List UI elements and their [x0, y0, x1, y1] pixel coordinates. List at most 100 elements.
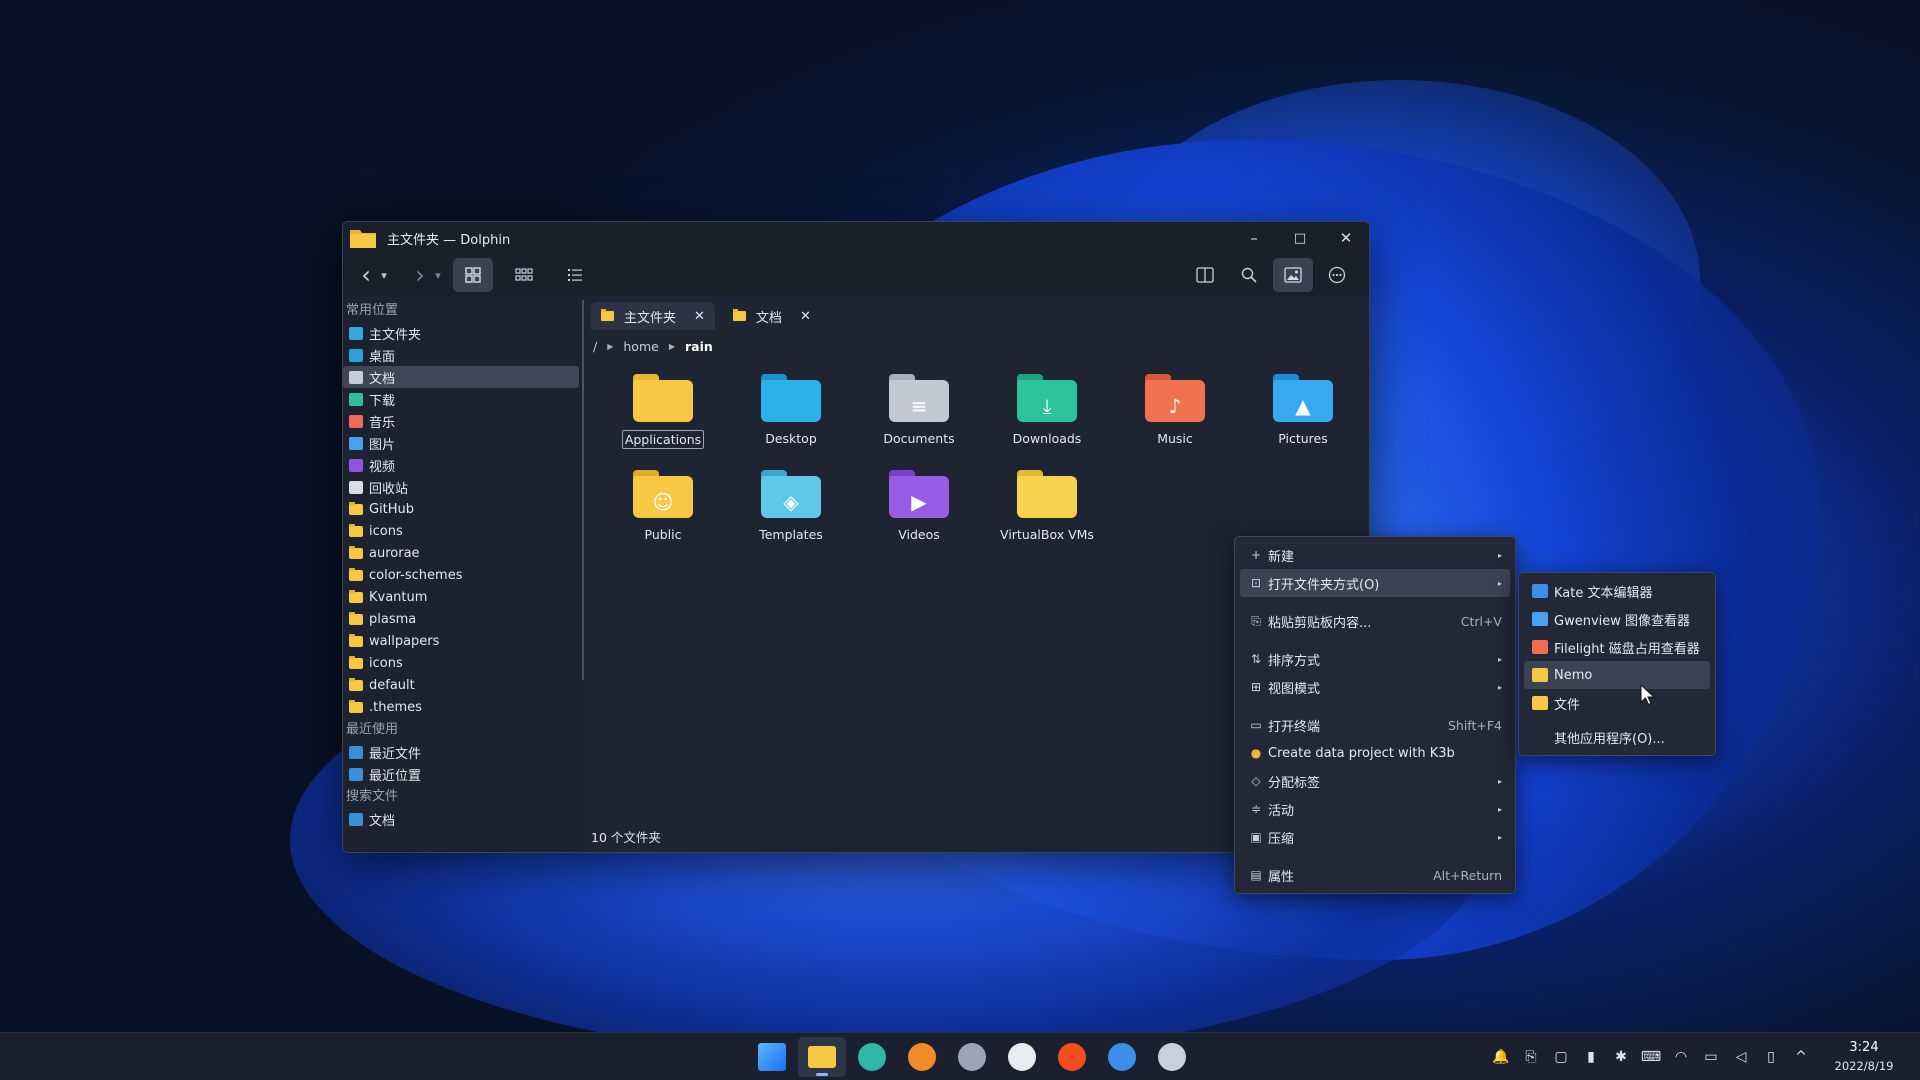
compact-view-button[interactable]: [504, 258, 544, 292]
taskbar-settings-button[interactable]: [948, 1037, 996, 1077]
tab-home[interactable]: 主文件夹 ✕: [591, 302, 715, 330]
context-menu-item[interactable]: ⊞ 视图模式 ▸: [1240, 673, 1510, 701]
tray-icon[interactable]: ◁: [1726, 1049, 1756, 1065]
context-menu-item[interactable]: ◇ 分配标签 ▸: [1240, 767, 1510, 795]
sidebar-item[interactable]: color-schemes: [343, 564, 579, 586]
folder-item[interactable]: ☺ Public: [599, 466, 727, 550]
taskbar-virtualbox-button[interactable]: [1148, 1037, 1196, 1077]
close-tab-icon[interactable]: ✕: [800, 309, 811, 324]
sidebar-item[interactable]: 回收站: [343, 476, 579, 498]
preview-toggle-button[interactable]: [1273, 258, 1313, 292]
taskbar-start-menu-button[interactable]: [748, 1037, 796, 1077]
context-menu-item[interactable]: + 新建 ▸: [1240, 541, 1510, 569]
folder-item[interactable]: ≡ Documents: [855, 370, 983, 454]
clock[interactable]: 3:24 2022/8/19: [1824, 1039, 1904, 1075]
sidebar-item[interactable]: icons: [343, 652, 579, 674]
sidebar-item[interactable]: .themes: [343, 696, 579, 718]
menu-item-icon: ⊡: [1250, 576, 1262, 590]
open-with-item[interactable]: Kate 文本编辑器: [1524, 577, 1710, 605]
sidebar-item[interactable]: 主文件夹: [343, 322, 579, 344]
open-with-item[interactable]: 其他应用程序(O)...: [1524, 723, 1710, 751]
breadcrumb-home[interactable]: home: [623, 339, 658, 354]
maximize-button[interactable]: □: [1277, 222, 1323, 254]
context-menu-item[interactable]: ⎘ 粘贴剪贴板内容... Ctrl+V: [1240, 607, 1510, 635]
tray-icon[interactable]: ✱: [1606, 1049, 1636, 1065]
context-menu-item[interactable]: ≑ 活动 ▸: [1240, 795, 1510, 823]
sidebar-item[interactable]: 文档: [343, 366, 579, 388]
breadcrumb-root[interactable]: /: [593, 339, 597, 354]
sidebar-item-label: 最近位置: [369, 768, 422, 784]
context-menu-item[interactable]: ⇅ 排序方式 ▸: [1240, 645, 1510, 673]
taskbar-github-button[interactable]: [998, 1037, 1046, 1077]
sidebar-item[interactable]: 音乐: [343, 410, 579, 432]
back-history-dropdown[interactable]: ▾: [377, 258, 391, 292]
close-tab-icon[interactable]: ✕: [694, 309, 705, 324]
sidebar-item[interactable]: icons: [343, 520, 579, 542]
tray-icon[interactable]: ⎘: [1516, 1049, 1546, 1065]
sidebar-item[interactable]: default: [343, 674, 579, 696]
folder-item[interactable]: ♪ Music: [1111, 370, 1239, 454]
sidebar-item[interactable]: aurorae: [343, 542, 579, 564]
back-button[interactable]: ‹: [355, 258, 377, 292]
taskbar-firefox-button[interactable]: [898, 1037, 946, 1077]
forward-history-dropdown[interactable]: ▾: [431, 258, 445, 292]
split-view-button[interactable]: [1185, 258, 1225, 292]
sidebar-item[interactable]: 文档: [343, 808, 579, 830]
tray-icon[interactable]: ▭: [1696, 1049, 1726, 1065]
taskbar-edge-dev-button[interactable]: [848, 1037, 896, 1077]
hamburger-menu-button[interactable]: [1317, 258, 1357, 292]
context-menu-item[interactable]: ▤ 属性 Alt+Return: [1240, 861, 1510, 889]
tray-icon[interactable]: ▮: [1576, 1049, 1606, 1065]
context-menu-item[interactable]: ⊡ 打开文件夹方式(O) ▸: [1240, 569, 1510, 597]
folder-icon: [349, 501, 363, 515]
folder-item[interactable]: ▶ Videos: [855, 466, 983, 550]
sidebar-item[interactable]: GitHub: [343, 498, 579, 520]
taskbar-figma-button[interactable]: [1048, 1037, 1096, 1077]
context-menu-item[interactable]: ● Create data project with K3b: [1240, 739, 1510, 767]
menu-item-icon: ▭: [1250, 718, 1262, 732]
sidebar-item[interactable]: 桌面: [343, 344, 579, 366]
tray-icon[interactable]: ▯: [1756, 1049, 1786, 1065]
tray-icon[interactable]: ◠: [1666, 1049, 1696, 1065]
sidebar-item[interactable]: 图片: [343, 432, 579, 454]
minimize-button[interactable]: –: [1231, 222, 1277, 254]
sidebar-item[interactable]: plasma: [343, 608, 579, 630]
open-with-item[interactable]: Gwenview 图像查看器: [1524, 605, 1710, 633]
icons-view-button[interactable]: [453, 258, 493, 292]
menu-item-icon: ⊞: [1250, 680, 1262, 694]
open-with-item[interactable]: Nemo: [1524, 661, 1710, 689]
tray-icon[interactable]: ^: [1786, 1049, 1816, 1065]
sidebar-item[interactable]: 最近文件: [343, 741, 579, 763]
folder-item[interactable]: ⤓ Downloads: [983, 370, 1111, 454]
details-view-button[interactable]: [555, 258, 595, 292]
tray-icon[interactable]: ⌨: [1636, 1049, 1666, 1065]
folder-item[interactable]: VirtualBox VMs: [983, 466, 1111, 550]
sidebar-item[interactable]: 视频: [343, 454, 579, 476]
tray-icon[interactable]: ▢: [1546, 1049, 1576, 1065]
breadcrumb-current[interactable]: rain: [685, 339, 713, 354]
sidebar-item[interactable]: wallpapers: [343, 630, 579, 652]
open-with-item[interactable]: Filelight 磁盘占用查看器: [1524, 633, 1710, 661]
title-bar[interactable]: 主文件夹 — Dolphin – □ ✕: [343, 222, 1369, 254]
folder-item[interactable]: Desktop: [727, 370, 855, 454]
chevron-right-icon: ▶: [668, 341, 675, 351]
forward-button[interactable]: ›: [409, 258, 431, 292]
folder-item[interactable]: ▲ Pictures: [1239, 370, 1367, 454]
folder-icon: ▶: [889, 470, 949, 518]
taskbar-dolphin-button[interactable]: [798, 1037, 846, 1077]
taskbar-store-button[interactable]: [1098, 1037, 1146, 1077]
context-menu-item[interactable]: ▭ 打开终端 Shift+F4: [1240, 711, 1510, 739]
menu-item-label: Create data project with K3b: [1268, 745, 1455, 761]
sidebar-item[interactable]: Kvantum: [343, 586, 579, 608]
status-bar-text: 10 个文件夹: [591, 830, 661, 845]
tab-documents[interactable]: 文档 ✕: [723, 302, 821, 330]
folder-item[interactable]: Applications: [599, 370, 727, 454]
open-with-item[interactable]: 文件: [1524, 689, 1710, 717]
context-menu-item[interactable]: ▣ 压缩 ▸: [1240, 823, 1510, 851]
sidebar-item[interactable]: 下载: [343, 388, 579, 410]
folder-item[interactable]: ◈ Templates: [727, 466, 855, 550]
close-button[interactable]: ✕: [1323, 222, 1369, 254]
tray-icon[interactable]: 🔔: [1486, 1049, 1516, 1065]
sidebar-item[interactable]: 最近位置: [343, 763, 579, 785]
search-button[interactable]: [1229, 258, 1269, 292]
